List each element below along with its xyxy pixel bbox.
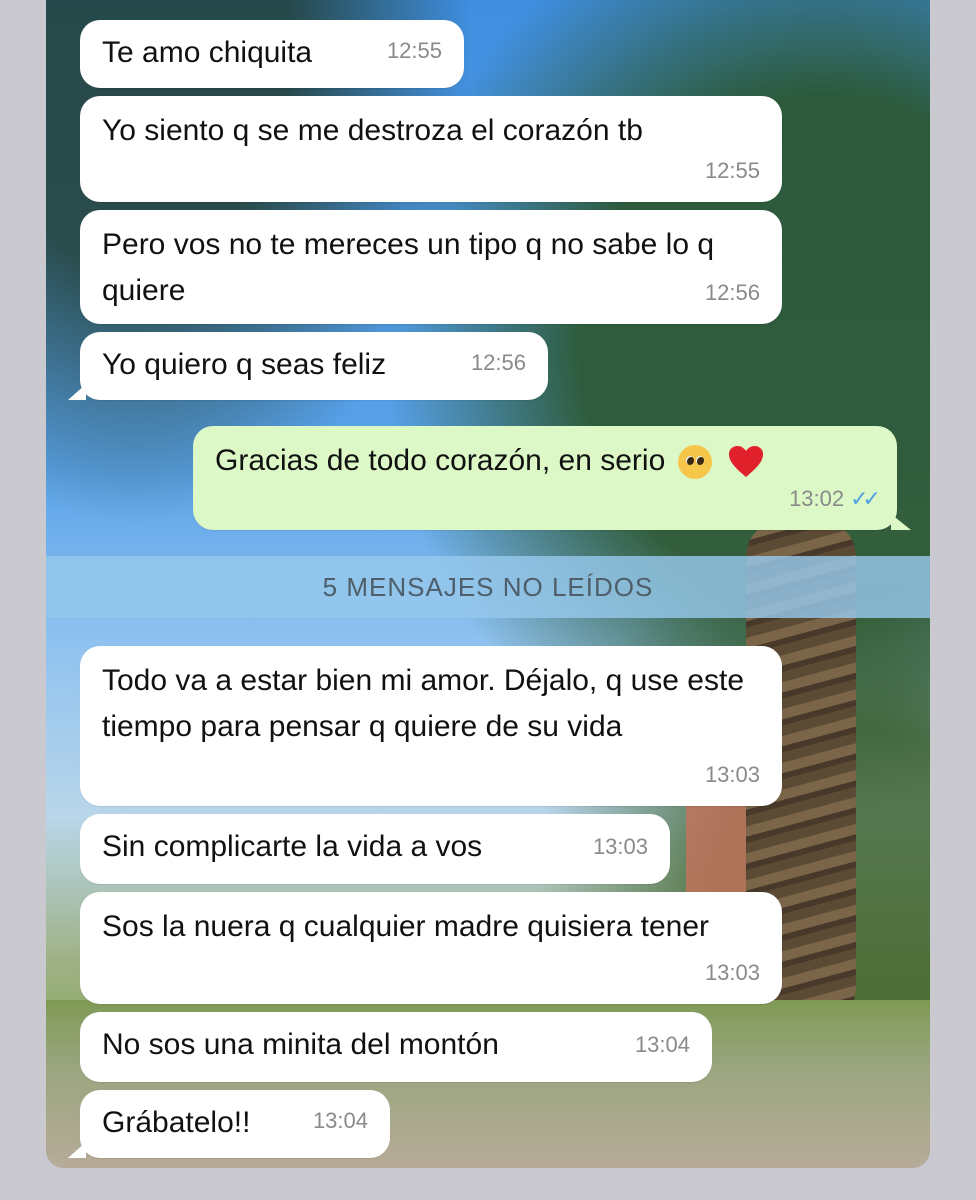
pleading-face-icon bbox=[677, 445, 712, 480]
message-time: 12:56 bbox=[704, 280, 760, 305]
message-bubble-incoming[interactable]: Pero vos no te mereces un tipo q no sabe… bbox=[80, 210, 782, 324]
message-bubble-incoming[interactable]: Yo quiero q seas feliz 12:56 bbox=[68, 332, 548, 400]
message-time: 13:03 bbox=[704, 762, 760, 787]
message-time: 13:03 bbox=[592, 834, 648, 859]
message-time: 13:02 bbox=[789, 486, 845, 511]
message-bubble-incoming[interactable]: No sos una minita del montón 13:04 bbox=[80, 1012, 712, 1082]
message-text: Yo siento q se me destroza el corazón tb bbox=[102, 114, 643, 147]
message-bubble-outgoing[interactable]: Gracias de todo corazón, en serio 13:02 ✓… bbox=[193, 426, 911, 530]
message-time: 13:04 bbox=[312, 1108, 368, 1133]
message-time: 12:55 bbox=[386, 38, 442, 63]
message-time: 13:03 bbox=[704, 960, 760, 985]
wallpaper-building bbox=[686, 800, 746, 900]
bubble-tail bbox=[68, 1142, 86, 1158]
message-text: Yo quiero q seas feliz bbox=[102, 348, 387, 381]
unread-messages-label: 5 MENSAJES NO LEÍDOS bbox=[322, 571, 654, 602]
message-bubble-incoming[interactable]: Grábatelo!! 13:04 bbox=[68, 1090, 390, 1158]
message-bubble-incoming[interactable]: Yo siento q se me destroza el corazón tb… bbox=[80, 96, 782, 202]
message-text: Sos la nuera q cualquier madre quisiera … bbox=[102, 910, 710, 943]
message-text-row: Gracias de todo corazón, en serio bbox=[215, 438, 875, 484]
unread-messages-divider: 5 MENSAJES NO LEÍDOS bbox=[46, 556, 930, 618]
message-status-row: 13:02 ✓✓ bbox=[789, 476, 881, 522]
message-bubble-incoming[interactable]: Te amo chiquita 12:55 bbox=[80, 20, 464, 88]
message-text: Todo va a estar bien mi amor. Déjalo, q … bbox=[102, 664, 745, 743]
message-time: 12:55 bbox=[704, 158, 760, 183]
red-heart-icon bbox=[728, 446, 763, 478]
bubble-tail bbox=[891, 514, 911, 530]
message-time: 12:56 bbox=[470, 350, 526, 375]
message-text: No sos una minita del montón bbox=[102, 1028, 499, 1061]
bubble-tail bbox=[68, 384, 86, 400]
message-bubble-incoming[interactable]: Todo va a estar bien mi amor. Déjalo, q … bbox=[80, 646, 782, 806]
message-bubble-incoming[interactable]: Sin complicarte la vida a vos 13:03 bbox=[80, 814, 670, 884]
message-bubble-incoming[interactable]: Sos la nuera q cualquier madre quisiera … bbox=[80, 892, 782, 1004]
message-text: Gracias de todo corazón, en serio bbox=[215, 444, 666, 477]
read-receipt-icon: ✓✓ bbox=[850, 486, 881, 511]
message-text: Pero vos no te mereces un tipo q no sabe… bbox=[102, 228, 715, 307]
message-text: Sin complicarte la vida a vos bbox=[102, 830, 483, 863]
message-time: 13:04 bbox=[634, 1032, 690, 1057]
